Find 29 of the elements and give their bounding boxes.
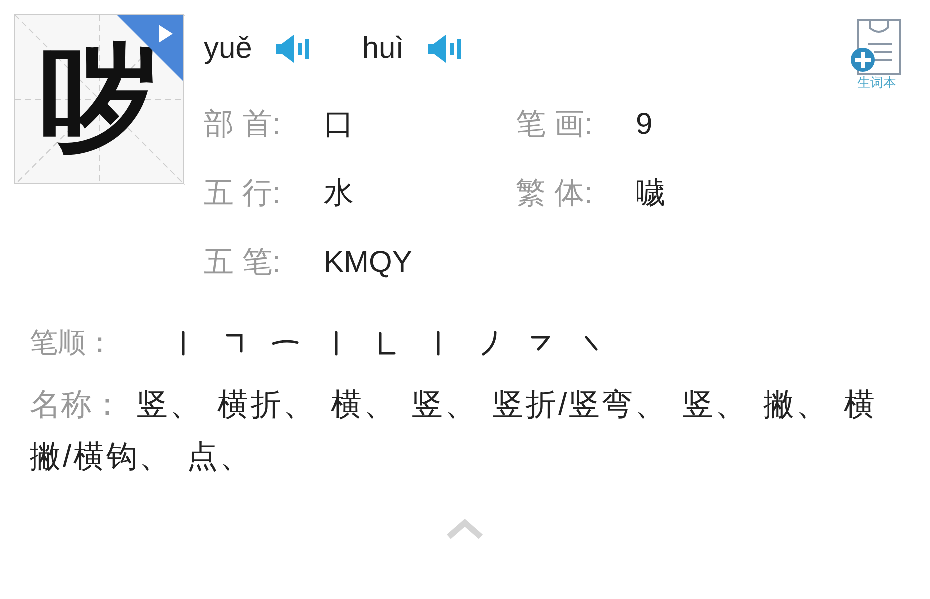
field-value: 水 <box>324 178 354 208</box>
field-value: 9 <box>636 110 653 140</box>
pinyin-text: huì <box>362 34 404 64</box>
field-label: 笔 画: <box>516 110 594 140</box>
field-value: 口 <box>324 110 354 140</box>
field-label: 五 笔: <box>204 248 282 278</box>
stroke-icon <box>437 330 440 356</box>
stroke-icon <box>482 330 497 356</box>
stroke-names-label: 名称： <box>30 386 123 424</box>
field-value: 噦 <box>636 178 666 208</box>
pinyin-text: yuě <box>204 34 252 64</box>
stroke-names-text: 竖、 横折、 横、 竖、 竖折/竖弯、 竖、 撇、 横 <box>137 386 877 424</box>
field-label: 五 行: <box>204 178 282 208</box>
collapse-chevron-icon[interactable] <box>445 517 485 541</box>
stroke-order-label: 笔顺： <box>30 329 115 357</box>
speaker-icon[interactable] <box>426 34 462 64</box>
stroke-icon <box>335 330 338 356</box>
stroke-icon <box>226 334 243 352</box>
field-value: KMQY <box>324 248 412 278</box>
field-label: 繁 体: <box>516 178 594 208</box>
stroke-icon <box>272 340 299 346</box>
stroke-icon <box>182 330 185 356</box>
field-label: 部 首: <box>204 110 282 140</box>
stroke-icon <box>379 332 396 354</box>
stroke-icon <box>585 336 598 350</box>
speaker-icon[interactable] <box>274 34 310 64</box>
stroke-names-text: 撇/横钩、 点、 <box>30 438 254 476</box>
stroke-icon <box>531 336 550 350</box>
character-glyph: 哕 <box>40 40 158 158</box>
